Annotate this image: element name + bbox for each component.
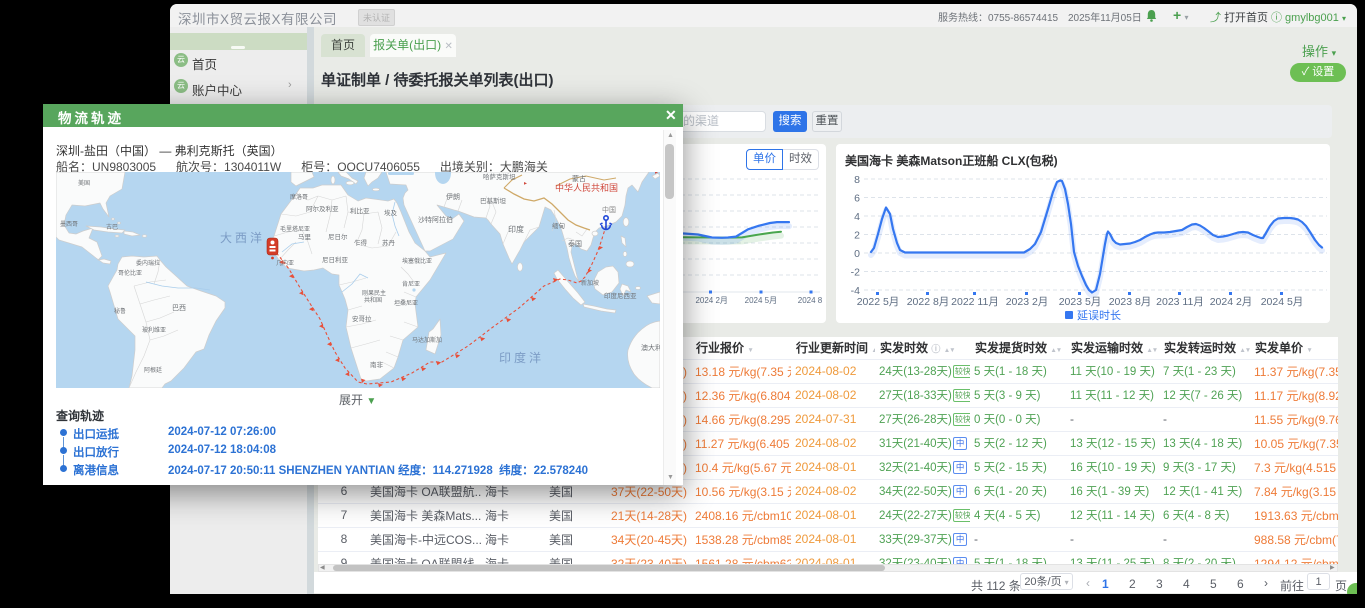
svg-text:几内亚: 几内亚: [276, 259, 294, 267]
svg-text:墨西哥: 墨西哥: [60, 221, 78, 228]
svg-text:毛里塔尼亚: 毛里塔尼亚: [280, 225, 310, 233]
svg-text:哈萨克斯坦: 哈萨克斯坦: [483, 172, 516, 181]
svg-text:2023 2月: 2023 2月: [1006, 296, 1049, 308]
svg-text:澳大利: 澳大利: [641, 343, 660, 352]
svg-text:延误时长: 延误时长: [1077, 309, 1121, 322]
svg-text:马里: 马里: [298, 233, 312, 241]
svg-text:2024 2月: 2024 2月: [1210, 296, 1253, 308]
svg-text:秘鲁: 秘鲁: [114, 307, 126, 315]
svg-text:苏丹: 苏丹: [382, 238, 396, 247]
svg-text:巴基斯坦: 巴基斯坦: [480, 196, 507, 205]
svg-text:印度洋: 印度洋: [499, 350, 544, 365]
svg-text:南非: 南非: [370, 360, 384, 369]
svg-text:-2: -2: [851, 267, 860, 279]
svg-text:巴西: 巴西: [172, 304, 186, 312]
svg-text:大西洋: 大西洋: [220, 230, 265, 245]
svg-text:2024 5月: 2024 5月: [745, 296, 777, 305]
svg-text:2022 5月: 2022 5月: [857, 296, 900, 308]
svg-text:印度: 印度: [508, 224, 524, 234]
svg-text:泰国: 泰国: [568, 239, 582, 248]
svg-text:坦桑尼亚: 坦桑尼亚: [394, 299, 418, 307]
svg-text:沙特阿拉伯: 沙特阿拉伯: [418, 215, 453, 224]
svg-text:6: 6: [854, 193, 860, 205]
svg-text:8: 8: [854, 174, 860, 186]
svg-text:玻利维亚: 玻利维亚: [142, 326, 166, 334]
svg-text:2024 2月: 2024 2月: [695, 296, 727, 305]
svg-text:4: 4: [854, 211, 860, 223]
svg-text:阿尔及利亚: 阿尔及利亚: [306, 204, 339, 213]
svg-text:乍得: 乍得: [354, 238, 368, 247]
svg-text:利比亚: 利比亚: [350, 206, 370, 215]
svg-text:哥伦比亚: 哥伦比亚: [118, 269, 142, 277]
svg-text:肯尼亚: 肯尼亚: [402, 280, 420, 288]
svg-text:0: 0: [854, 248, 860, 260]
svg-text:古巴: 古巴: [106, 223, 118, 231]
svg-text:蒙古: 蒙古: [572, 174, 586, 183]
svg-text:尼日利亚: 尼日利亚: [322, 255, 349, 264]
svg-text:2023 8月: 2023 8月: [1109, 296, 1152, 308]
svg-text:缅甸: 缅甸: [552, 221, 565, 230]
svg-text:埃塞俄比亚: 埃塞俄比亚: [402, 257, 432, 265]
svg-text:2022 11月: 2022 11月: [951, 296, 999, 308]
svg-text:委内瑞拉: 委内瑞拉: [136, 259, 160, 267]
svg-text:刚果民主: 刚果民主: [362, 289, 386, 297]
svg-text:中国: 中国: [602, 205, 616, 214]
svg-text:中华人民共和国: 中华人民共和国: [555, 182, 618, 193]
svg-text:共和国: 共和国: [364, 296, 382, 304]
svg-text:2024 5月: 2024 5月: [1261, 296, 1304, 308]
svg-text:尼日尔: 尼日尔: [328, 232, 348, 241]
svg-text:美国: 美国: [78, 179, 90, 187]
svg-text:伊朗: 伊朗: [446, 192, 460, 201]
svg-text:阿根廷: 阿根廷: [144, 366, 162, 374]
svg-text:2022 8月: 2022 8月: [907, 296, 950, 308]
svg-text:摩洛哥: 摩洛哥: [290, 193, 308, 201]
svg-text:马达加斯加: 马达加斯加: [412, 336, 442, 344]
svg-text:2: 2: [854, 230, 860, 242]
svg-text:安哥拉: 安哥拉: [352, 314, 372, 323]
svg-text:2024 8: 2024 8: [798, 296, 823, 305]
svg-text:印度尼西亚: 印度尼西亚: [604, 291, 637, 300]
svg-text:2023 5月: 2023 5月: [1059, 296, 1102, 308]
svg-text:埃及: 埃及: [384, 208, 398, 217]
svg-text:2023 11月: 2023 11月: [1156, 296, 1204, 308]
svg-text:新加坡: 新加坡: [581, 279, 599, 287]
